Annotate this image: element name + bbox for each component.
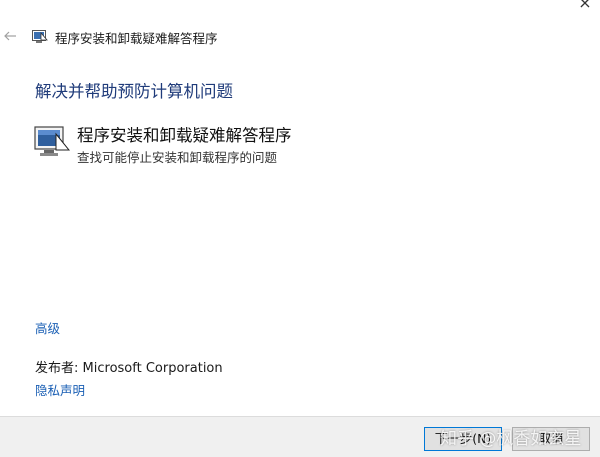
publisher-line: 发布者: Microsoft Corporation [35, 357, 223, 376]
troubleshooter-icon [32, 29, 48, 43]
privacy-link[interactable]: 隐私声明 [35, 380, 85, 399]
option-description: 查找可能停止安装和卸载程序的问题 [77, 150, 278, 165]
troubleshooter-option[interactable]: 程序安装和卸载疑难解答程序 查找可能停止安装和卸载程序的问题 [34, 120, 454, 170]
option-title: 程序安装和卸载疑难解答程序 [77, 126, 292, 145]
footer-bar: 下一步(N) 取消 [0, 416, 600, 457]
troubleshooter-window: × 程序安装和卸载疑难解答程序 解决并帮助预防计算机问题 程序安装和卸载疑难解答… [0, 0, 600, 457]
advanced-link[interactable]: 高级 [35, 318, 60, 337]
next-button[interactable]: 下一步(N) [424, 427, 502, 451]
back-arrow-icon[interactable] [2, 28, 18, 44]
cancel-button[interactable]: 取消 [512, 427, 590, 451]
page-heading: 解决并帮助预防计算机问题 [35, 82, 233, 101]
window-title: 程序安装和卸载疑难解答程序 [55, 31, 218, 46]
publisher-label: 发布者: [35, 361, 79, 376]
title-bar: 程序安装和卸载疑难解答程序 [0, 22, 600, 52]
publisher-value: Microsoft Corporation [82, 361, 223, 376]
computer-icon [34, 126, 71, 158]
close-button[interactable]: × [570, 0, 600, 12]
